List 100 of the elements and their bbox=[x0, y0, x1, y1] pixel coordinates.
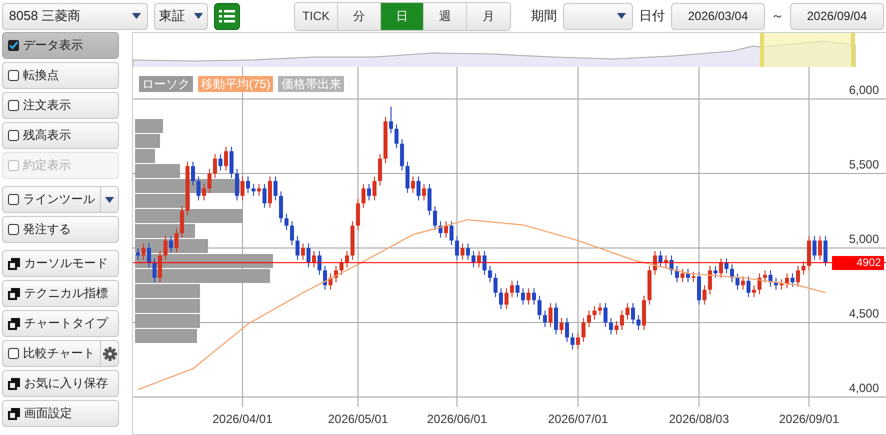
candle bbox=[648, 265, 652, 306]
sidebar-button[interactable]: 残高表示 bbox=[2, 122, 119, 149]
candle bbox=[147, 243, 151, 268]
candle bbox=[790, 272, 794, 288]
period-tab[interactable]: TICK bbox=[295, 2, 338, 30]
axis-label: 4,000 bbox=[848, 381, 879, 395]
checkbox[interactable] bbox=[8, 70, 19, 81]
candle bbox=[196, 176, 200, 201]
checkbox[interactable] bbox=[8, 194, 19, 205]
sidebar-button[interactable]: 転換点 bbox=[2, 62, 119, 89]
candle bbox=[186, 161, 190, 216]
candle bbox=[444, 220, 448, 238]
sidebar-button[interactable]: 発注する bbox=[2, 216, 119, 243]
candle bbox=[620, 310, 624, 330]
windows-icon bbox=[8, 378, 20, 390]
checkbox[interactable] bbox=[8, 224, 19, 235]
caret-icon bbox=[194, 13, 203, 19]
candle bbox=[626, 302, 630, 320]
candle bbox=[692, 271, 696, 283]
candle bbox=[174, 228, 178, 253]
candle bbox=[560, 318, 564, 335]
sidebar-button[interactable]: 画面設定 bbox=[2, 400, 119, 427]
candle bbox=[438, 220, 442, 238]
candle bbox=[378, 154, 382, 186]
candle bbox=[400, 138, 404, 172]
list-icon bbox=[219, 9, 235, 23]
sidebar-button[interactable]: データ表示 bbox=[2, 32, 119, 59]
candle bbox=[416, 176, 420, 201]
period-tab[interactable]: 月 bbox=[467, 2, 510, 30]
sidebar-button[interactable]: カーソルモード bbox=[2, 250, 119, 277]
candle bbox=[499, 288, 503, 310]
candle bbox=[719, 258, 723, 278]
candle bbox=[301, 243, 305, 260]
candle bbox=[372, 176, 376, 201]
sidebar-button[interactable]: チャートタイプ bbox=[2, 310, 119, 337]
candle bbox=[521, 288, 525, 306]
list-button[interactable] bbox=[214, 2, 240, 30]
candle bbox=[708, 265, 712, 295]
candle bbox=[345, 250, 349, 268]
symbol-dropdown[interactable]: 8058 三菱商 bbox=[2, 2, 148, 30]
period-tab[interactable]: 日 bbox=[381, 2, 424, 30]
candle bbox=[785, 272, 789, 289]
period-tab[interactable]: 週 bbox=[424, 2, 467, 30]
candle bbox=[587, 310, 591, 328]
checkbox[interactable] bbox=[8, 348, 19, 359]
price-tag: 4902 bbox=[832, 256, 884, 270]
candle bbox=[411, 176, 415, 194]
sidebar-button[interactable]: お気に入り保存 bbox=[2, 370, 119, 397]
date-from-field[interactable]: 2026/03/04 bbox=[671, 2, 765, 30]
settings-button[interactable] bbox=[101, 340, 119, 367]
candle bbox=[526, 288, 530, 306]
date-to-field[interactable]: 2026/09/04 bbox=[790, 2, 884, 30]
sidebar-button[interactable]: ラインツール bbox=[2, 186, 101, 213]
candle bbox=[279, 190, 283, 224]
range-separator: ～ bbox=[771, 7, 784, 25]
caret-icon bbox=[132, 13, 141, 19]
candle bbox=[697, 271, 701, 306]
candle bbox=[532, 288, 536, 306]
sidebar-button[interactable]: テクニカル指標 bbox=[2, 280, 119, 307]
candle bbox=[296, 236, 300, 260]
candle bbox=[802, 260, 806, 276]
candle bbox=[576, 332, 580, 350]
candle bbox=[538, 295, 542, 320]
sidebar-button[interactable]: 注文表示 bbox=[2, 92, 119, 119]
candle bbox=[235, 168, 239, 201]
checkbox[interactable] bbox=[8, 100, 19, 111]
axis-label: 5,000 bbox=[848, 232, 879, 246]
dropdown-button[interactable] bbox=[101, 186, 119, 213]
checkbox[interactable] bbox=[8, 130, 19, 141]
candle bbox=[774, 277, 778, 290]
candle bbox=[158, 250, 162, 283]
candle bbox=[340, 258, 344, 276]
candle bbox=[570, 332, 574, 350]
sidebar-button[interactable]: 比較チャート bbox=[2, 340, 101, 367]
candle bbox=[812, 236, 816, 260]
candle bbox=[257, 183, 261, 196]
candle bbox=[213, 154, 217, 178]
windows-icon bbox=[8, 408, 20, 420]
candle bbox=[741, 276, 745, 290]
settings-icon bbox=[102, 346, 116, 360]
market-dropdown[interactable]: 東証 bbox=[154, 2, 208, 30]
candle bbox=[516, 280, 520, 298]
candle bbox=[758, 272, 762, 295]
candle bbox=[488, 265, 492, 283]
candle bbox=[494, 272, 498, 298]
candle bbox=[433, 206, 437, 231]
windows-icon bbox=[8, 318, 20, 330]
period-tab[interactable]: 分 bbox=[338, 2, 381, 30]
candle bbox=[636, 314, 640, 330]
candle bbox=[609, 318, 613, 335]
candle bbox=[274, 176, 278, 201]
axis-label: 2026/08/03 bbox=[668, 412, 730, 426]
candle bbox=[136, 248, 140, 260]
candle bbox=[450, 220, 454, 246]
checkbox[interactable] bbox=[8, 40, 19, 51]
candle bbox=[208, 168, 212, 194]
candle bbox=[246, 176, 250, 194]
candle bbox=[598, 302, 602, 316]
candle bbox=[472, 250, 476, 268]
candle bbox=[664, 254, 668, 268]
